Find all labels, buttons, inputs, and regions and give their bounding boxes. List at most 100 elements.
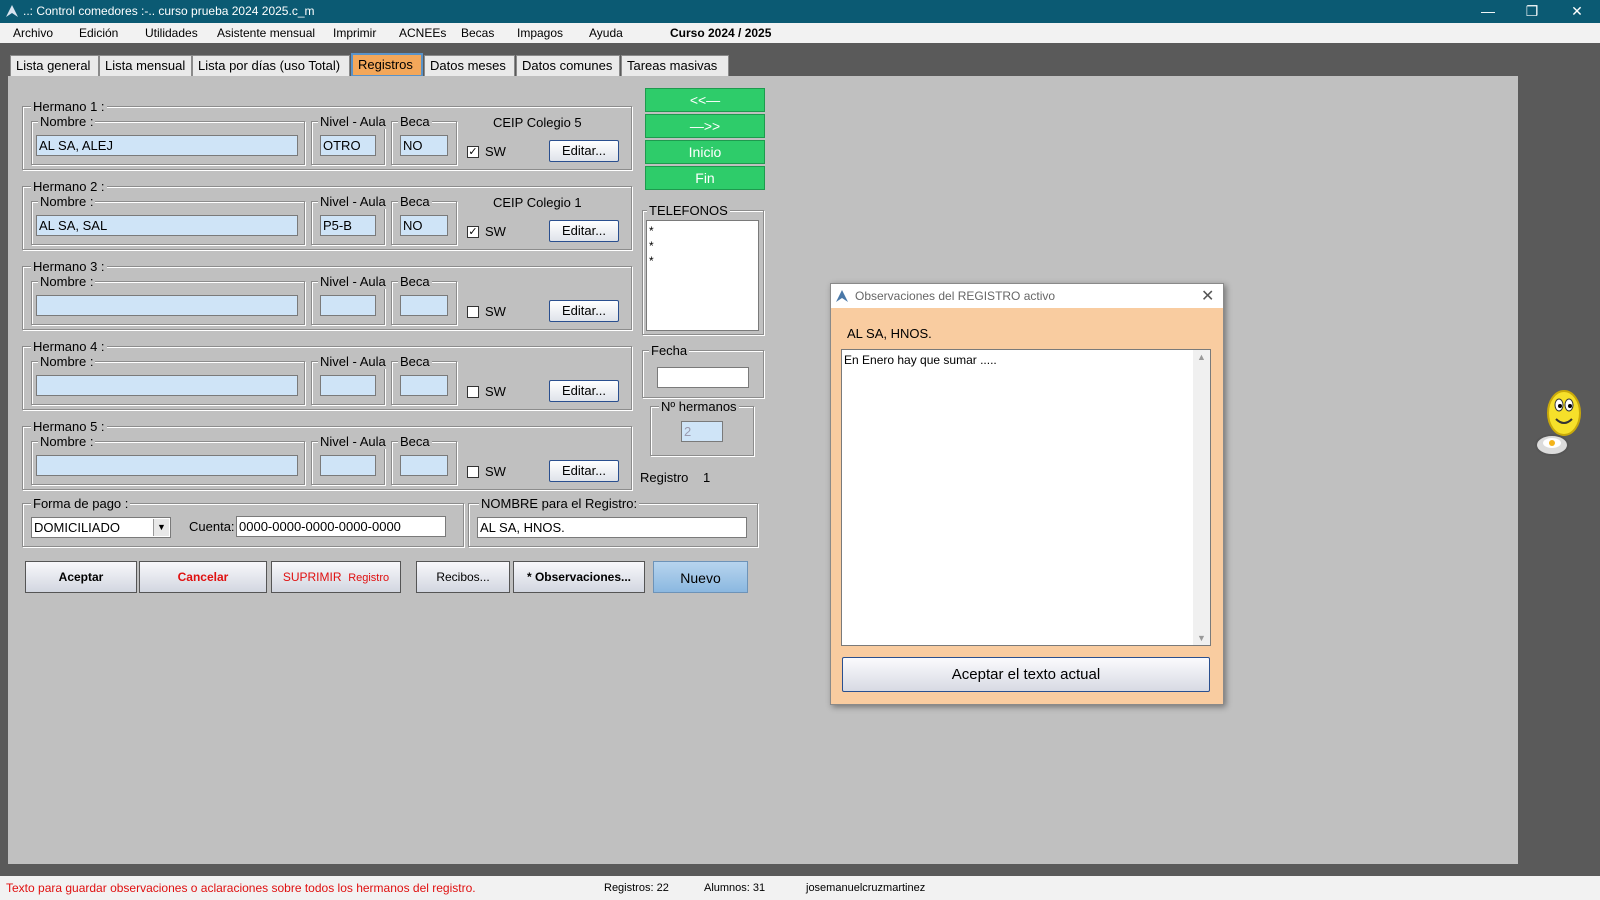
tab-lista-general[interactable]: Lista general <box>10 55 99 76</box>
menu-asistente-mensual[interactable]: Asistente mensual <box>217 26 315 40</box>
hermano-4-nombre-input[interactable] <box>36 375 298 396</box>
hermano-2-colegio: CEIP Colegio 1 <box>493 195 582 210</box>
observaciones-textarea[interactable]: En Enero hay que sumar ..... ▲ ▼ <box>841 349 1211 646</box>
close-window-button[interactable]: ✕ <box>1555 0 1599 23</box>
telefonos-group: TELEFONOS * * * <box>642 203 764 335</box>
tab-registros[interactable]: Registros <box>351 53 423 77</box>
chevron-down-icon[interactable]: ▼ <box>1197 633 1206 643</box>
cancelar-button[interactable]: Cancelar <box>139 561 267 593</box>
nombre-label: Nombre : <box>38 114 96 129</box>
menu-bar: Archivo Edición Utilidades Asistente men… <box>0 23 1600 43</box>
cuenta-input[interactable]: 0000-0000-0000-0000-0000 <box>236 516 446 537</box>
hermano-1-group: Hermano 1 : Nombre : AL SA, ALEJ Nivel -… <box>22 99 632 170</box>
hermano-1-sw-checkbox[interactable]: ✓ <box>467 146 479 158</box>
hermano-5-nivel-input[interactable] <box>320 455 376 476</box>
recibos-button[interactable]: Recibos... <box>416 561 510 593</box>
nombre-group: Nombre : AL SA, ALEJ <box>31 114 305 165</box>
hermano-2-sw-checkbox[interactable]: ✓ <box>467 226 479 238</box>
aceptar-button[interactable]: Aceptar <box>25 561 137 593</box>
menu-archivo[interactable]: Archivo <box>13 26 53 40</box>
hermano-1-beca-input[interactable]: NO <box>400 135 448 156</box>
sw-label: SW <box>485 144 506 159</box>
chevron-down-icon[interactable]: ▼ <box>153 519 169 536</box>
tab-lista-por-dias[interactable]: Lista por días (uso Total) <box>192 55 350 76</box>
tab-tareas-masivas[interactable]: Tareas masivas <box>621 55 729 76</box>
hermano-4-group: Hermano 4 : Nombre : Nivel - Aula Beca S… <box>22 339 632 410</box>
inicio-button[interactable]: Inicio <box>645 140 765 164</box>
next-record-button[interactable]: —>> <box>645 114 765 138</box>
hermano-5-nombre-input[interactable] <box>36 455 298 476</box>
dialog-title: Observaciones del REGISTRO activo <box>855 289 1056 303</box>
forma-pago-select[interactable]: DOMICILIADO <box>31 517 171 538</box>
sw-label: SW <box>485 464 506 479</box>
menu-ayuda[interactable]: Ayuda <box>589 26 623 40</box>
maximize-button[interactable]: ❐ <box>1510 0 1554 23</box>
hermano-3-sw-checkbox[interactable] <box>467 306 479 318</box>
hermano-2-nombre-input[interactable]: AL SA, SAL <box>36 215 298 236</box>
fecha-input[interactable] <box>657 367 749 388</box>
hermano-4-sw-checkbox[interactable] <box>467 386 479 398</box>
hermano-1-editar-button[interactable]: Editar... <box>549 140 619 162</box>
hermano-5-sw-checkbox[interactable] <box>467 466 479 478</box>
suprimir-label: SUPRIMIR <box>282 570 342 584</box>
nombre-registro-input[interactable]: AL SA, HNOS. <box>477 517 747 538</box>
telefonos-list[interactable]: * * * <box>646 220 759 331</box>
hermano-1-nivel-input[interactable]: OTRO <box>320 135 376 156</box>
hermano-2-editar-button[interactable]: Editar... <box>549 220 619 242</box>
hermano-3-nivel-input[interactable] <box>320 295 376 316</box>
beca-group: Beca NO <box>391 194 457 245</box>
hermano-4-beca-input[interactable] <box>400 375 448 396</box>
hermano-1-nombre-input[interactable]: AL SA, ALEJ <box>36 135 298 156</box>
prev-record-button[interactable]: <<— <box>645 88 765 112</box>
nombre-registro-label: NOMBRE para el Registro: <box>479 496 640 511</box>
menu-becas[interactable]: Becas <box>461 26 494 40</box>
aceptar-texto-button[interactable]: Aceptar el texto actual <box>842 657 1210 692</box>
tab-lista-mensual[interactable]: Lista mensual <box>99 55 192 76</box>
status-registros: Registros: 22 <box>604 882 669 894</box>
nhermanos-group: Nº hermanos 2 <box>650 399 754 456</box>
suprimir-registro-label: Registro <box>348 572 390 584</box>
hermano-5-label: Hermano 5 : <box>31 419 107 434</box>
hermano-2-label: Hermano 2 : <box>31 179 107 194</box>
menu-edicion[interactable]: Edición <box>79 26 118 40</box>
mascot-icon <box>1535 390 1581 456</box>
tab-datos-comunes[interactable]: Datos comunes <box>516 55 620 76</box>
beca-label: Beca <box>398 194 432 209</box>
hermano-4-editar-button[interactable]: Editar... <box>549 380 619 402</box>
menu-acnees[interactable]: ACNEEs <box>399 26 446 40</box>
menu-imprimir[interactable]: Imprimir <box>333 26 376 40</box>
hermano-2-beca-input[interactable]: NO <box>400 215 448 236</box>
hermano-3-editar-button[interactable]: Editar... <box>549 300 619 322</box>
observaciones-button[interactable]: * Observaciones... <box>513 561 645 593</box>
menu-impagos[interactable]: Impagos <box>517 26 563 40</box>
dialog-registro-name: AL SA, HNOS. <box>847 326 932 341</box>
telefonos-label: TELEFONOS <box>647 203 730 218</box>
hermano-5-beca-input[interactable] <box>400 455 448 476</box>
status-alumnos: Alumnos: 31 <box>704 882 766 894</box>
minimize-button[interactable]: — <box>1466 0 1510 23</box>
hermano-5-editar-button[interactable]: Editar... <box>549 460 619 482</box>
app-icon <box>836 290 848 302</box>
window-title: ..: Control comedores :-.. curso prueba … <box>23 4 315 18</box>
close-icon[interactable]: ✕ <box>1201 286 1214 306</box>
title-bar: ..: Control comedores :-.. curso prueba … <box>0 0 1600 23</box>
status-bar: Texto para guardar observaciones o aclar… <box>0 876 1600 900</box>
nuevo-button[interactable]: Nuevo <box>653 561 748 593</box>
hermano-2-nivel-input[interactable]: P5-B <box>320 215 376 236</box>
scrollbar[interactable]: ▲ ▼ <box>1193 350 1210 645</box>
nivel-label: Nivel - Aula <box>318 354 386 369</box>
chevron-up-icon[interactable]: ▲ <box>1197 352 1206 362</box>
nhermanos-input: 2 <box>681 421 723 442</box>
tab-datos-meses[interactable]: Datos meses <box>424 55 515 76</box>
sw-label: SW <box>485 304 506 319</box>
nivel-label: Nivel - Aula <box>318 274 386 289</box>
fin-button[interactable]: Fin <box>645 166 765 190</box>
nivel-label: Nivel - Aula <box>318 114 386 129</box>
hermano-3-nombre-input[interactable] <box>36 295 298 316</box>
suprimir-registro-button[interactable]: SUPRIMIR Registro <box>271 561 401 593</box>
observaciones-text: En Enero hay que sumar ..... <box>844 353 997 367</box>
hermano-4-nivel-input[interactable] <box>320 375 376 396</box>
tab-strip: Lista general Lista mensual Lista por dí… <box>0 43 1600 77</box>
hermano-3-beca-input[interactable] <box>400 295 448 316</box>
menu-utilidades[interactable]: Utilidades <box>145 26 198 40</box>
